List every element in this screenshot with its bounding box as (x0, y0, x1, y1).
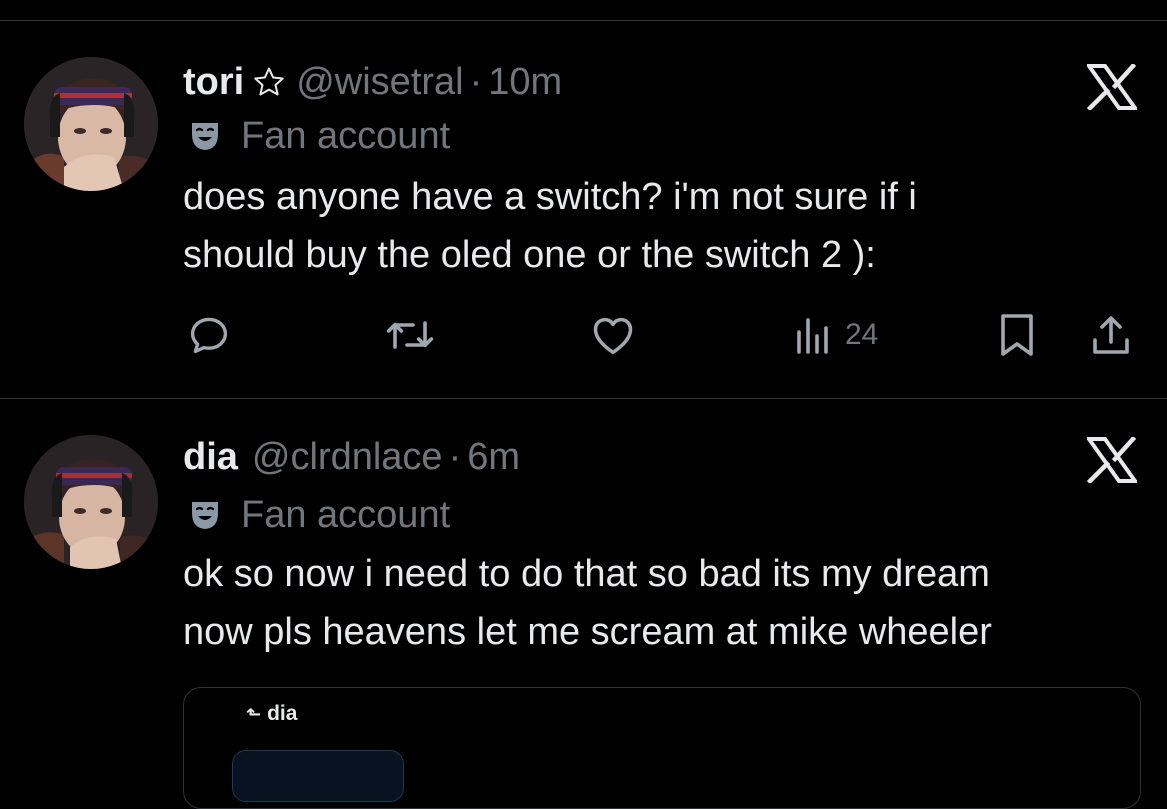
tweet-text: does anyone have a switch? i'm not sure … (183, 168, 1137, 284)
timestamp[interactable]: 6m (467, 436, 520, 479)
username-handle[interactable]: @wisetral (296, 61, 463, 104)
x-logo-icon (1085, 435, 1139, 488)
like-button[interactable] (588, 310, 638, 360)
quote-name: dia (267, 702, 298, 725)
retweet-button[interactable] (383, 310, 437, 360)
tweet-header: dia @clrdnlace · 6m (183, 433, 1137, 481)
tweet-text-line: does anyone have a switch? i'm not sure … (183, 176, 917, 218)
fan-account-label: Fan account (183, 491, 1137, 539)
tweet-text: ok so now i need to do that so bad its m… (183, 545, 1137, 661)
retweet-icon (383, 311, 437, 359)
heart-icon (588, 310, 638, 360)
share-button[interactable] (1087, 310, 1135, 360)
x-logo-icon (1085, 62, 1139, 115)
reply-arrow-icon: ⬑ (246, 704, 262, 724)
reply-icon (185, 311, 233, 359)
views-count: 24 (845, 318, 879, 351)
bookmark-icon (995, 311, 1039, 359)
tweet-header: tori @wisetral · 10m (183, 58, 1137, 106)
share-icon (1087, 311, 1135, 359)
quote-media-element (232, 750, 404, 802)
views-button[interactable]: 24 (795, 310, 878, 360)
star-outline-icon (252, 65, 286, 99)
label-text: Fan account (241, 493, 451, 536)
separator-dot: · (469, 60, 483, 103)
views-icon (795, 316, 831, 354)
tweet-text-line: now pls heavens let me scream at mike wh… (183, 611, 992, 653)
display-name[interactable]: dia (183, 436, 238, 479)
quoted-tweet-card[interactable]: ⬑ dia (183, 687, 1141, 809)
fan-account-label: Fan account (183, 112, 1137, 160)
quote-reply-label: ⬑ dia (246, 702, 297, 726)
theater-mask-icon (189, 120, 221, 152)
username-handle[interactable]: @clrdnlace (252, 436, 443, 479)
avatar[interactable] (24, 57, 158, 191)
reply-button[interactable] (185, 310, 233, 360)
separator-dot: · (448, 435, 462, 478)
avatar[interactable] (24, 435, 158, 569)
tweet-text-line: ok so now i need to do that so bad its m… (183, 553, 990, 595)
label-text: Fan account (241, 114, 451, 157)
action-bar: 24 (183, 310, 1133, 360)
bookmark-button[interactable] (995, 310, 1039, 360)
tweet-text-line: should buy the oled one or the switch 2 … (183, 234, 876, 276)
display-name[interactable]: tori (183, 61, 244, 104)
timestamp[interactable]: 10m (488, 61, 562, 104)
theater-mask-icon (189, 499, 221, 531)
tweet[interactable]: tori @wisetral · 10m Fan account does an… (0, 0, 1167, 398)
